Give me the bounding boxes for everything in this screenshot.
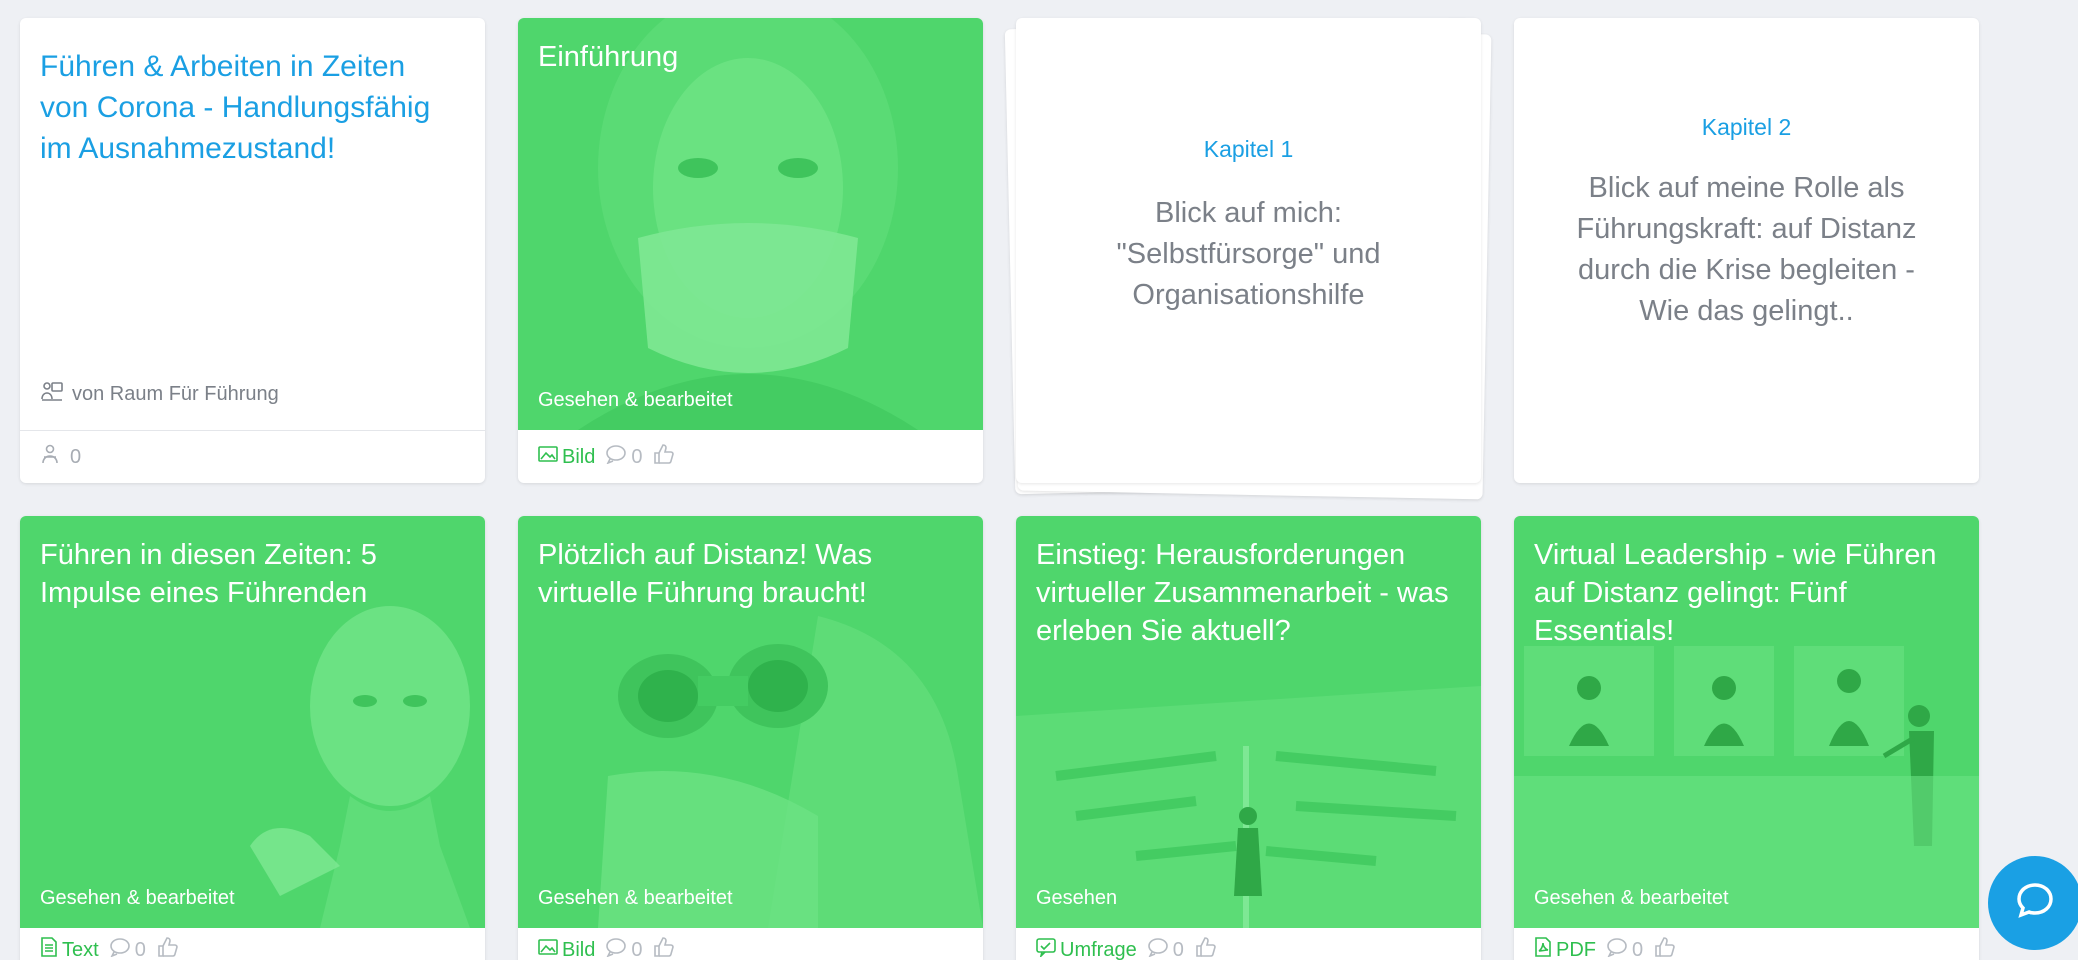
- content-type: PDF: [1534, 937, 1596, 960]
- card-status: Gesehen: [1036, 887, 1118, 909]
- chapter-card-2[interactable]: Kapitel 2 Blick auf meine Rolle als Führ…: [1514, 18, 1979, 483]
- card-status: Gesehen & bearbeitet: [1534, 887, 1729, 909]
- comment-count: 0: [631, 938, 643, 960]
- content-type: Bild: [538, 445, 595, 469]
- content-card-virtual-leadership[interactable]: Virtual Leadership - wie Führen auf Dist…: [1514, 516, 1979, 960]
- card-title[interactable]: Virtual Leadership - wie Führen auf Dist…: [1534, 536, 1959, 650]
- card-meta: Umfrage 0: [1036, 924, 1216, 960]
- image-icon: [538, 445, 558, 469]
- card-title[interactable]: Einstieg: Herausforderungen virtueller Z…: [1036, 536, 1461, 650]
- comments[interactable]: 0: [605, 937, 642, 960]
- comments[interactable]: 0: [1147, 937, 1184, 960]
- comments[interactable]: 0: [109, 937, 146, 960]
- content-card-einfuehrung[interactable]: Einführung Gesehen & bearbeitet Bild 0: [518, 18, 983, 483]
- card-status: Gesehen & bearbeitet: [40, 887, 235, 909]
- content-type: Umfrage: [1036, 937, 1137, 960]
- card-meta: Bild 0: [538, 924, 675, 960]
- card-media: Einstieg: Herausforderungen virtueller Z…: [1016, 516, 1481, 928]
- course-author[interactable]: von Raum Für Führung: [40, 380, 279, 408]
- chapter-title: Blick auf meine Rolle als Führungskraft:…: [1576, 172, 1917, 327]
- content-type-label: Umfrage: [1060, 938, 1137, 960]
- comment-count: 0: [631, 445, 643, 468]
- comment-bubble-icon: [1606, 937, 1628, 960]
- content-type-label: Bild: [562, 938, 596, 960]
- card-divider: [20, 430, 485, 431]
- card-media: Führen in diesen Zeiten: 5 Impulse eines…: [20, 516, 485, 928]
- comment-bubble-icon: [109, 937, 131, 960]
- content-type: Text: [40, 937, 99, 960]
- image-icon: [538, 938, 558, 960]
- card-media: Einführung Gesehen & bearbeitet: [518, 18, 983, 430]
- comment-bubble-icon: [605, 937, 627, 960]
- participants-count: 0: [70, 445, 82, 468]
- card-media: Virtual Leadership - wie Führen auf Dist…: [1514, 516, 1979, 928]
- chat-icon: [2013, 879, 2057, 928]
- card-meta: PDF 0: [1534, 924, 1675, 960]
- comments[interactable]: 0: [605, 444, 642, 470]
- content-type: Bild: [538, 938, 595, 960]
- card-status: Gesehen & bearbeitet: [538, 887, 733, 909]
- card-status: Gesehen & bearbeitet: [538, 389, 733, 411]
- thumbs-up-icon[interactable]: [156, 936, 178, 960]
- comments[interactable]: 0: [1606, 937, 1643, 960]
- author-name: von Raum Für Führung: [72, 382, 279, 405]
- card-title[interactable]: Plötzlich auf Distanz! Was virtuelle Füh…: [538, 536, 963, 612]
- comment-count: 0: [1632, 938, 1644, 960]
- comment-bubble-icon: [1147, 937, 1169, 960]
- chapter-label: Kapitel 2: [1701, 114, 1792, 140]
- chapter-label: Kapitel 1: [1203, 136, 1294, 162]
- content-type-label: PDF: [1556, 938, 1596, 960]
- content-type-label: Text: [62, 938, 99, 960]
- survey-icon: [1036, 937, 1056, 960]
- chat-button[interactable]: [1988, 856, 2078, 950]
- thumbs-up-icon[interactable]: [652, 443, 675, 471]
- masked-person-image: [578, 18, 918, 430]
- thumbs-up-icon[interactable]: [1194, 936, 1216, 960]
- course-info-card[interactable]: Führen & Arbeiten in Zeiten von Corona -…: [20, 18, 485, 483]
- content-card-impulse[interactable]: Führen in diesen Zeiten: 5 Impulse eines…: [20, 516, 485, 960]
- course-board: Führen & Arbeiten in Zeiten von Corona -…: [0, 0, 2078, 960]
- course-title[interactable]: Führen & Arbeiten in Zeiten von Corona -…: [40, 46, 455, 169]
- document-icon: [40, 937, 58, 960]
- thumbs-up-icon[interactable]: [652, 936, 675, 960]
- card-media: Plötzlich auf Distanz! Was virtuelle Füh…: [518, 516, 983, 928]
- comment-count: 0: [1172, 938, 1184, 960]
- thumbs-up-icon[interactable]: [1653, 936, 1675, 960]
- chapter-title: Blick auf mich: "Selbstfürsorge" und Org…: [1116, 197, 1381, 311]
- comment-count: 0: [134, 938, 146, 960]
- card-footer: 0: [40, 431, 81, 483]
- chapter-card-1[interactable]: Kapitel 1 Blick auf mich: "Selbstfürsorg…: [1016, 18, 1481, 483]
- participants-icon: [40, 443, 60, 471]
- card-title[interactable]: Einführung: [538, 38, 963, 76]
- pdf-icon: [1534, 937, 1552, 960]
- content-type-label: Bild: [562, 445, 596, 468]
- card-title[interactable]: Führen in diesen Zeiten: 5 Impulse eines…: [40, 536, 465, 612]
- card-meta: Text 0: [40, 924, 178, 960]
- card-meta: Bild 0: [538, 431, 675, 483]
- content-card-distanz[interactable]: Plötzlich auf Distanz! Was virtuelle Füh…: [518, 516, 983, 960]
- presenter-icon: [40, 380, 64, 408]
- comment-bubble-icon: [605, 444, 627, 470]
- content-card-einstieg[interactable]: Einstieg: Herausforderungen virtueller Z…: [1016, 516, 1481, 960]
